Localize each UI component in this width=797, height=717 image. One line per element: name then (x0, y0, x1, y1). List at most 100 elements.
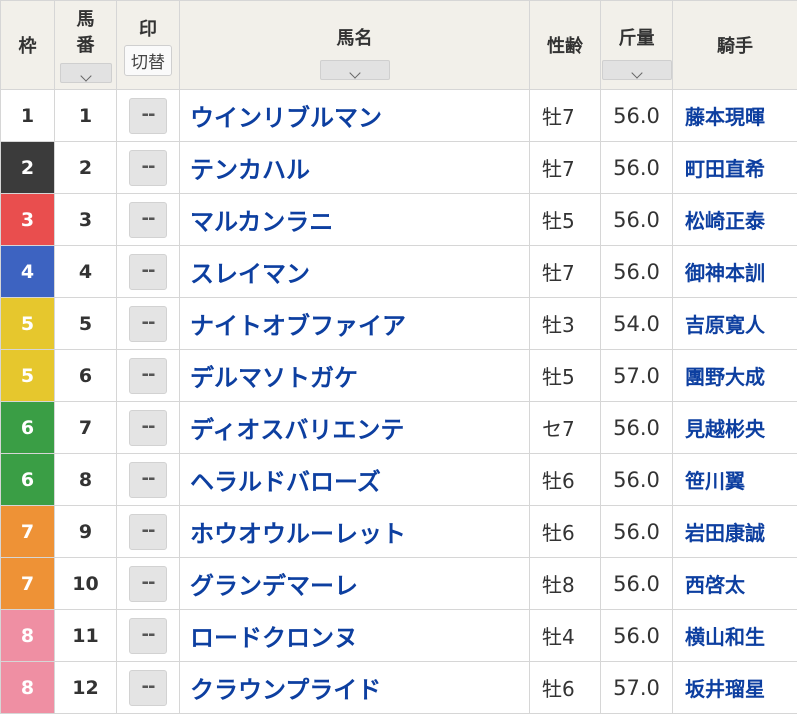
weight-value: 57.0 (613, 675, 660, 700)
header-row: 枠 馬 番 印 切替 馬名 性齢 斤量 騎手 (0, 0, 797, 90)
umaban-cell: 8 (54, 453, 117, 506)
table-row: 1 1 -- ウインリブルマン 牡7 56.0 藤本現暉 (0, 89, 797, 142)
sexage-cell: 牡3 (529, 297, 601, 350)
table-row: 2 2 -- テンカハル 牡7 56.0 町田直希 (0, 141, 797, 194)
jockey-link[interactable]: 町田直希 (685, 157, 765, 181)
weight-value: 56.0 (613, 519, 660, 544)
jockey-link[interactable]: 御神本訓 (685, 261, 765, 285)
sort-name-button[interactable] (319, 60, 390, 80)
sexage-cell: 牡7 (529, 141, 601, 194)
header-umaban[interactable]: 馬 番 (54, 0, 117, 90)
umaban-number: 7 (78, 416, 93, 439)
horse-name-cell: ディオスバリエンテ (179, 401, 530, 454)
horse-name-link[interactable]: ディオスバリエンテ (190, 416, 404, 444)
mark-select-button[interactable]: -- (129, 565, 167, 602)
mark-select-button[interactable]: -- (129, 357, 167, 394)
jockey-cell: 西啓太 (672, 557, 797, 610)
jockey-link[interactable]: 團野大成 (685, 365, 765, 389)
mark-select-button[interactable]: -- (129, 513, 167, 550)
horse-name-link[interactable]: クラウンプライド (190, 676, 381, 704)
horse-name-link[interactable]: ウインリブルマン (190, 104, 382, 132)
horse-name-cell: クラウンプライド (179, 661, 530, 714)
weight-cell: 56.0 (600, 193, 673, 246)
mark-select-button[interactable]: -- (129, 253, 167, 290)
sort-umaban-button[interactable] (59, 63, 112, 83)
horse-name-cell: スレイマン (179, 245, 530, 298)
jockey-link[interactable]: 岩田康誠 (685, 521, 765, 545)
weight-value: 56.0 (613, 155, 660, 180)
header-umaban-label: 馬 番 (76, 9, 95, 56)
mark-switch-button[interactable]: 切替 (124, 44, 172, 76)
umaban-cell: 1 (54, 89, 117, 142)
mark-select-button[interactable]: -- (129, 201, 167, 238)
umaban-number: 12 (72, 676, 99, 699)
umaban-number: 5 (78, 312, 93, 335)
weight-value: 54.0 (613, 311, 660, 336)
mark-cell: -- (116, 557, 180, 610)
weight-value: 56.0 (613, 467, 660, 492)
mark-select-button[interactable]: -- (129, 149, 167, 186)
waku-number: 7 (20, 572, 35, 595)
table-row: 4 4 -- スレイマン 牡7 56.0 御神本訓 (0, 245, 797, 298)
jockey-cell: 横山和生 (672, 609, 797, 662)
mark-cell: -- (116, 661, 180, 714)
jockey-link[interactable]: 見越彬央 (685, 417, 765, 441)
jockey-link[interactable]: 吉原寛人 (685, 313, 765, 337)
horse-name-link[interactable]: ナイトオブファイア (190, 312, 406, 340)
table-row: 3 3 -- マルカンラニ 牡5 56.0 松崎正泰 (0, 193, 797, 246)
mark-select-button[interactable]: -- (129, 97, 167, 134)
header-weight[interactable]: 斤量 (600, 0, 673, 90)
mark-cell: -- (116, 245, 180, 298)
sexage-cell: 牡6 (529, 661, 601, 714)
jockey-cell: 御神本訓 (672, 245, 797, 298)
umaban-cell: 7 (54, 401, 117, 454)
mark-select-button[interactable]: -- (129, 461, 167, 498)
horse-name-cell: ホウオウルーレット (179, 505, 530, 558)
mark-select-button[interactable]: -- (129, 669, 167, 706)
jockey-link[interactable]: 西啓太 (685, 573, 745, 597)
mark-cell: -- (116, 505, 180, 558)
horse-name-link[interactable]: スレイマン (190, 260, 310, 288)
header-name[interactable]: 馬名 (179, 0, 530, 90)
mark-cell: -- (116, 453, 180, 506)
horse-name-link[interactable]: テンカハル (190, 156, 310, 184)
umaban-cell: 3 (54, 193, 117, 246)
mark-select-button[interactable]: -- (129, 617, 167, 654)
horse-name-link[interactable]: ロードクロンヌ (190, 624, 358, 652)
mark-select-button[interactable]: -- (129, 305, 167, 342)
weight-value: 56.0 (613, 259, 660, 284)
horse-name-link[interactable]: ホウオウルーレット (190, 520, 406, 548)
mark-cell: -- (116, 141, 180, 194)
horse-name-link[interactable]: ヘラルドバローズ (190, 468, 381, 496)
waku-cell: 8 (0, 661, 55, 714)
waku-number: 4 (20, 260, 35, 283)
jockey-link[interactable]: 坂井瑠星 (685, 677, 765, 701)
weight-cell: 56.0 (600, 245, 673, 298)
weight-cell: 57.0 (600, 661, 673, 714)
mark-select-button[interactable]: -- (129, 409, 167, 446)
sexage-value: 牡7 (542, 105, 575, 129)
waku-cell: 2 (0, 141, 55, 194)
horse-name-cell: ナイトオブファイア (179, 297, 530, 350)
weight-value: 56.0 (613, 623, 660, 648)
sexage-value: 牡5 (542, 365, 575, 389)
mark-cell: -- (116, 349, 180, 402)
horse-name-link[interactable]: マルカンラニ (190, 208, 333, 236)
jockey-link[interactable]: 藤本現暉 (685, 105, 765, 129)
jockey-link[interactable]: 横山和生 (685, 625, 765, 649)
jockey-link[interactable]: 松崎正泰 (685, 209, 765, 233)
horse-name-link[interactable]: デルマソトガケ (190, 364, 358, 392)
umaban-cell: 10 (54, 557, 117, 610)
jockey-cell: 坂井瑠星 (672, 661, 797, 714)
weight-cell: 56.0 (600, 557, 673, 610)
jockey-link[interactable]: 笹川翼 (685, 469, 745, 493)
header-jockey: 騎手 (672, 0, 797, 90)
waku-cell: 5 (0, 297, 55, 350)
sort-weight-button[interactable] (601, 60, 672, 80)
horse-name-cell: デルマソトガケ (179, 349, 530, 402)
horse-name-cell: ウインリブルマン (179, 89, 530, 142)
horse-name-cell: グランデマーレ (179, 557, 530, 610)
sexage-cell: 牡5 (529, 349, 601, 402)
horse-name-link[interactable]: グランデマーレ (190, 572, 358, 600)
jockey-cell: 藤本現暉 (672, 89, 797, 142)
